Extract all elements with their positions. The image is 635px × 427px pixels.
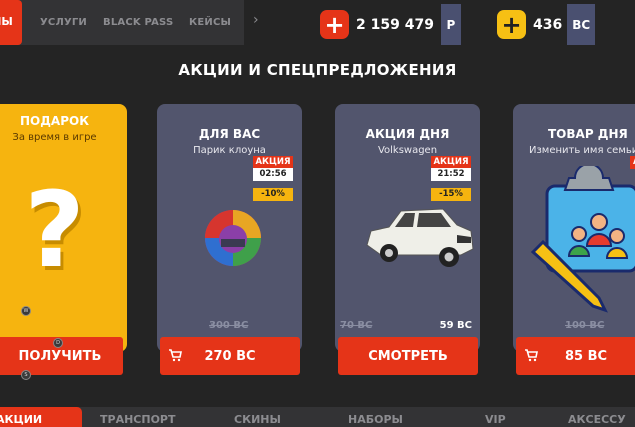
for-you-card[interactable]: ДЛЯ ВАС Парик клоуна АКЦИЯ 02:56 -10% 30… [157, 104, 302, 352]
rub-unit: Р [440, 4, 461, 45]
bc-balance: + 436 BC [497, 4, 596, 45]
get-gift-label: ПОЛУЧИТЬ [18, 348, 102, 364]
bc-balance-value: 436 [533, 16, 563, 33]
cart-icon [169, 349, 182, 362]
for-you-title: ДЛЯ ВАС [198, 127, 261, 141]
bottom-tab-accessories[interactable]: АКСЕССУ [568, 413, 626, 426]
nav-tab-black-pass[interactable]: BLACK PASS [103, 17, 173, 28]
discount-badge: -10% [253, 188, 293, 201]
deal-sale-badge: АКЦИЯ 21:52 [431, 156, 471, 181]
for-you-old-price: 300 BC [209, 320, 249, 331]
sale-timer: 02:56 [253, 168, 293, 181]
nav-more-chevron-icon[interactable]: › [253, 12, 259, 28]
bottom-tab-vip[interactable]: VIP [485, 413, 506, 426]
deal-sale-label: АКЦИЯ [431, 156, 471, 168]
gift-card[interactable]: ПОДАРОК За время в игре ? [0, 104, 127, 352]
clown-wig-icon [205, 210, 261, 266]
key-indicator-w: W [21, 306, 31, 316]
deal-timer: 21:52 [431, 168, 471, 181]
deal-of-day-card[interactable]: АКЦИЯ ДНЯ Volkswagen АКЦИЯ 21:52 -15% 70… [335, 104, 480, 352]
key-indicator-d: D [53, 338, 63, 348]
deal-subtitle: Volkswagen [377, 145, 438, 156]
bottom-tab-skins[interactable]: СКИНЫ [234, 413, 281, 426]
bottom-tab-sales[interactable]: АКЦИИ [0, 413, 42, 426]
bottom-tab-bundles[interactable]: НАБОРЫ [348, 413, 403, 426]
view-deal-button[interactable]: СМОТРЕТЬ [338, 337, 478, 375]
add-rub-plus-icon[interactable]: + [320, 10, 349, 39]
bottom-tabs [0, 407, 635, 427]
buy-wig-price: 270 BC [204, 348, 256, 364]
deal-old-price: 70 BC [340, 320, 373, 331]
deal-new-price: 59 BC [439, 320, 472, 331]
buy-product-price: 85 BC [564, 348, 608, 364]
buy-wig-button[interactable]: 270 BC [160, 337, 300, 375]
product-title: ТОВАР ДНЯ [548, 127, 628, 141]
gift-subtitle: За время в игре [12, 132, 97, 143]
rub-balance-value: 2 159 479 [356, 16, 434, 33]
question-mark-icon: ? [24, 169, 85, 291]
rub-balance: + 2 159 479 Р [320, 4, 461, 45]
bottom-tab-transport[interactable]: ТРАНСПОРТ [100, 413, 175, 426]
sale-badge: АКЦИЯ 02:56 [253, 156, 293, 181]
nav-tab-active[interactable]: ЫЫ [0, 0, 22, 45]
gift-title: ПОДАРОК [19, 114, 90, 128]
buy-product-button[interactable]: 85 BC [516, 337, 635, 375]
add-bc-plus-icon[interactable]: + [497, 10, 526, 39]
nav-tab-services[interactable]: УСЛУГИ [40, 17, 87, 28]
cart-icon [525, 349, 538, 362]
bc-unit: BC [567, 4, 596, 45]
view-deal-label: СМОТРЕТЬ [368, 348, 448, 364]
sale-badge-label: АКЦИЯ [253, 156, 293, 168]
key-indicator-s: S [21, 370, 31, 380]
page-title: АКЦИИ И СПЕЦПРЕДЛОЖЕНИЯ [178, 61, 457, 79]
product-subtitle: Изменить имя семьи [529, 145, 635, 156]
top-nav: ЫЫ УСЛУГИ BLACK PASS КЕЙСЫ [0, 0, 244, 45]
deal-discount-badge: -15% [431, 188, 471, 201]
product-of-day-card[interactable]: ТОВАР ДНЯ Изменить имя семьи А 100 BC [513, 104, 635, 352]
rename-family-icon [530, 166, 635, 313]
deal-title: АКЦИЯ ДНЯ [365, 127, 450, 141]
nav-tab-cases[interactable]: КЕЙСЫ [189, 17, 231, 28]
for-you-subtitle: Парик клоуна [193, 145, 266, 156]
car-icon [366, 208, 474, 267]
product-old-price: 100 BC [565, 320, 605, 331]
